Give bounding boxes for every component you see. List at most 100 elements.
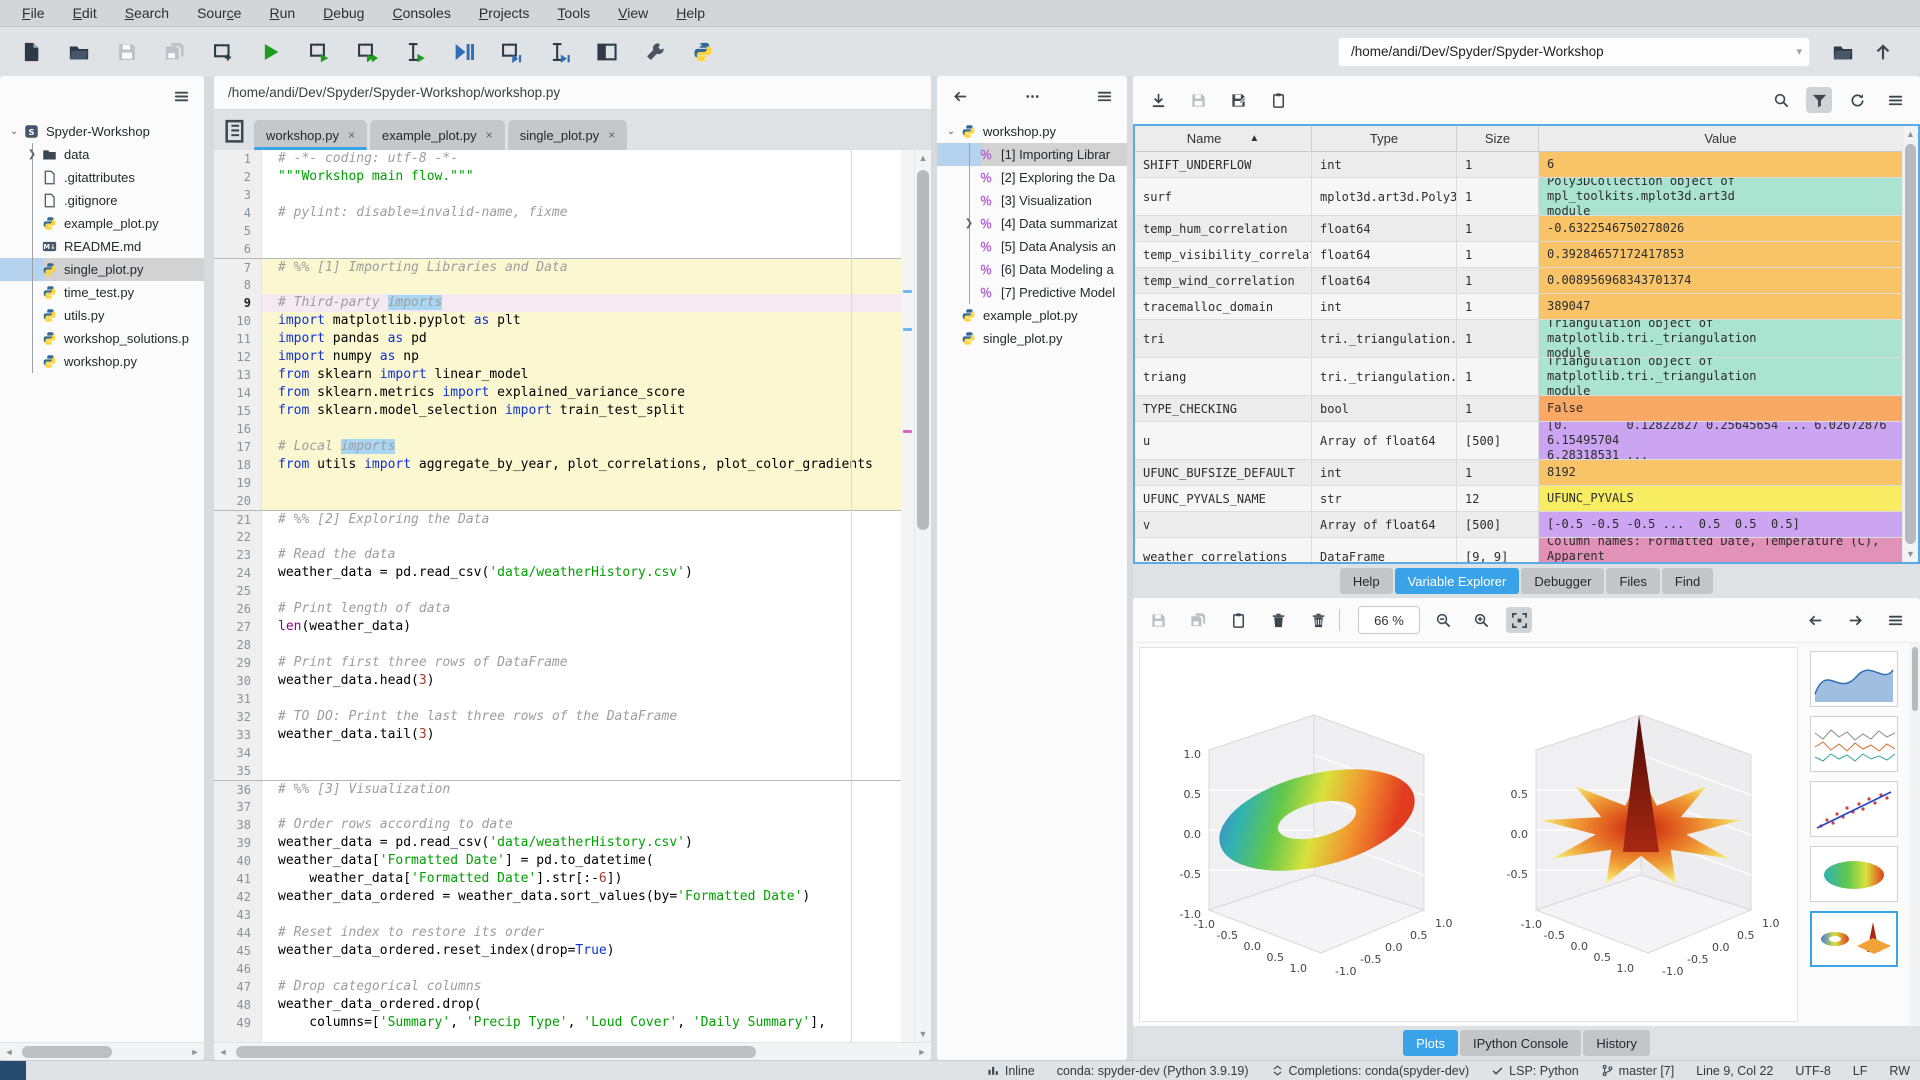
line-number[interactable]: 49 bbox=[214, 1014, 262, 1032]
browse-tabs-icon[interactable] bbox=[222, 118, 250, 146]
line-number[interactable]: 44 bbox=[214, 924, 262, 942]
line-number[interactable]: 31 bbox=[214, 690, 262, 708]
line-number[interactable]: 33 bbox=[214, 726, 262, 744]
line-number[interactable]: 9 bbox=[214, 294, 262, 312]
line-number[interactable]: 21 bbox=[214, 511, 262, 528]
project-item-utils-py[interactable]: utils.py bbox=[0, 304, 204, 327]
line-number[interactable]: 17 bbox=[214, 438, 262, 456]
column-header-value[interactable]: Value bbox=[1539, 126, 1902, 151]
variable-row-TYPE_CHECKING[interactable]: TYPE_CHECKING bool 1 False bbox=[1135, 396, 1902, 422]
variable-row-triang[interactable]: triangtri._triangulation.Tri…1Triangulat… bbox=[1135, 358, 1902, 396]
column-header-name[interactable]: Name ▲ bbox=[1135, 126, 1312, 151]
variable-row-temp_hum_correlation[interactable]: temp_hum_correlation float64 1 -0.632254675… bbox=[1135, 216, 1902, 242]
browse-working-directory-button[interactable] bbox=[1826, 35, 1860, 69]
save-all-plots-button[interactable] bbox=[1185, 607, 1211, 633]
pythonpath-manager-button[interactable] bbox=[686, 35, 720, 69]
line-number[interactable]: 11 bbox=[214, 330, 262, 348]
status-git-branch[interactable]: master [7] bbox=[1601, 1064, 1674, 1078]
menu-help[interactable]: Help bbox=[662, 0, 719, 26]
run-file-button[interactable] bbox=[254, 35, 288, 69]
menu-file[interactable]: File bbox=[8, 0, 59, 26]
close-icon[interactable]: × bbox=[348, 128, 355, 142]
line-number[interactable]: 42 bbox=[214, 888, 262, 906]
cell-value[interactable]: UFUNC_PYVALS bbox=[1539, 486, 1902, 511]
search-variables-button[interactable] bbox=[1768, 87, 1794, 113]
line-number[interactable]: 23 bbox=[214, 546, 262, 564]
variable-row-surf[interactable]: surfmplot3d.art3d.Poly3DCo…1Poly3DCollec… bbox=[1135, 178, 1902, 216]
next-plot-button[interactable] bbox=[1842, 607, 1868, 633]
scroll-left-icon[interactable]: ◄ bbox=[214, 1047, 232, 1057]
status-lsp[interactable]: LSP: Python bbox=[1491, 1064, 1579, 1078]
chevron-down-icon[interactable]: ⌄ bbox=[943, 126, 959, 137]
cell-value[interactable]: 0.008956968343701374 bbox=[1539, 268, 1902, 293]
zoom-out-button[interactable] bbox=[1430, 607, 1456, 633]
variables-vertical-scrollbar[interactable]: ▲ ▼ bbox=[1902, 126, 1918, 562]
line-number[interactable]: 5 bbox=[214, 222, 262, 240]
line-number[interactable]: 34 bbox=[214, 744, 262, 762]
line-number[interactable]: 48 bbox=[214, 996, 262, 1014]
parent-directory-button[interactable] bbox=[1866, 35, 1900, 69]
chevron-down-icon[interactable]: ▾ bbox=[1793, 45, 1805, 58]
menu-view[interactable]: View bbox=[604, 0, 662, 26]
editor-vertical-scrollbar[interactable]: ▲ ▼ bbox=[914, 150, 931, 1042]
close-icon[interactable]: × bbox=[608, 128, 615, 142]
cell-value[interactable]: False bbox=[1539, 396, 1902, 421]
cell-value[interactable]: -0.6322546750278026 bbox=[1539, 216, 1902, 241]
editor-tab-single_plot-py[interactable]: single_plot.py × bbox=[507, 120, 628, 150]
fit-to-window-button[interactable] bbox=[1506, 607, 1532, 633]
menu-search[interactable]: Search bbox=[111, 0, 183, 26]
save-plot-button[interactable] bbox=[1145, 607, 1171, 633]
variable-row-UFUNC_PYVALS_NAME[interactable]: UFUNC_PYVALS_NAME str 12 UFUNC_PYVALS bbox=[1135, 486, 1902, 512]
cell-value[interactable]: [0. 0.12822827 0.25645654 ... 6.02672876… bbox=[1539, 422, 1902, 459]
variable-row-SHIFT_UNDERFLOW[interactable]: SHIFT_UNDERFLOW int 1 6 bbox=[1135, 152, 1902, 178]
menu-tools[interactable]: Tools bbox=[543, 0, 604, 26]
line-number[interactable]: 39 bbox=[214, 834, 262, 852]
chevron-right-icon[interactable]: ❯ bbox=[961, 218, 977, 229]
scroll-right-icon[interactable]: ► bbox=[186, 1047, 204, 1057]
plots-options-menu-button[interactable] bbox=[1882, 607, 1908, 633]
code-editor[interactable]: 1 # -*- coding: utf-8 -*- 2 """Workshop mai… bbox=[214, 150, 931, 1042]
new-cell-button[interactable] bbox=[206, 35, 240, 69]
maximize-pane-button[interactable] bbox=[590, 35, 624, 69]
preferences-button[interactable] bbox=[638, 35, 672, 69]
options-menu-button[interactable] bbox=[1882, 87, 1908, 113]
menu-debug[interactable]: Debug bbox=[309, 0, 378, 26]
outline-item--5-data-analysis-an[interactable]: ％ [5] Data Analysis an bbox=[937, 235, 1127, 258]
menu-edit[interactable]: Edit bbox=[59, 0, 111, 26]
line-number[interactable]: 8 bbox=[214, 276, 262, 294]
status-backend[interactable]: Inline bbox=[987, 1064, 1035, 1078]
line-number[interactable]: 14 bbox=[214, 384, 262, 402]
project-item-time-test-py[interactable]: time_test.py bbox=[0, 281, 204, 304]
project-item-spyder-workshop[interactable]: ⌄ S Spyder-Workshop bbox=[0, 120, 204, 143]
cell-value[interactable]: [-0.5 -0.5 -0.5 ... 0.5 0.5 0.5] bbox=[1539, 512, 1902, 537]
line-number[interactable]: 16 bbox=[214, 420, 262, 438]
project-item-readme-md[interactable]: M↓ README.md bbox=[0, 235, 204, 258]
outline-item--1-importing-librar[interactable]: ％ [1] Importing Librar bbox=[937, 143, 1127, 166]
pane-tab-variable-explorer[interactable]: Variable Explorer bbox=[1394, 568, 1520, 594]
plot-thumbnail-scatter-regression[interactable] bbox=[1810, 781, 1898, 837]
variable-row-tracemalloc_domain[interactable]: tracemalloc_domain int 1 389047 bbox=[1135, 294, 1902, 320]
refresh-variables-button[interactable] bbox=[1844, 87, 1870, 113]
variable-row-tri[interactable]: tritri._triangulation.Tri…1Triangulation… bbox=[1135, 320, 1902, 358]
status-interpreter[interactable]: conda: spyder-dev (Python 3.9.19) bbox=[1057, 1064, 1249, 1078]
pane-tab-files[interactable]: Files bbox=[1606, 568, 1660, 594]
copy-plot-button[interactable] bbox=[1225, 607, 1251, 633]
line-number[interactable]: 1 bbox=[214, 150, 262, 168]
line-number[interactable]: 25 bbox=[214, 582, 262, 600]
project-horizontal-scrollbar[interactable]: ◄ ► bbox=[0, 1042, 204, 1060]
pane-tab-find[interactable]: Find bbox=[1661, 568, 1714, 594]
variable-row-u[interactable]: u Array of float64 [500] [0. 0.12822827 0.2… bbox=[1135, 422, 1902, 460]
zoom-in-button[interactable] bbox=[1468, 607, 1494, 633]
project-item-single-plot-py[interactable]: single_plot.py bbox=[0, 258, 204, 281]
line-number[interactable]: 29 bbox=[214, 654, 262, 672]
outline-item-workshop-py[interactable]: ⌄ workshop.py bbox=[937, 120, 1127, 143]
line-number[interactable]: 20 bbox=[214, 492, 262, 510]
remove-plot-button[interactable] bbox=[1265, 607, 1291, 633]
line-number[interactable]: 24 bbox=[214, 564, 262, 582]
run-cell-button[interactable] bbox=[302, 35, 336, 69]
line-number[interactable]: 38 bbox=[214, 816, 262, 834]
ellipsis-icon[interactable] bbox=[1019, 83, 1045, 109]
line-number[interactable]: 28 bbox=[214, 636, 262, 654]
project-item-workshop-solutions-p[interactable]: workshop_solutions.p bbox=[0, 327, 204, 350]
line-number[interactable]: 3 bbox=[214, 186, 262, 204]
